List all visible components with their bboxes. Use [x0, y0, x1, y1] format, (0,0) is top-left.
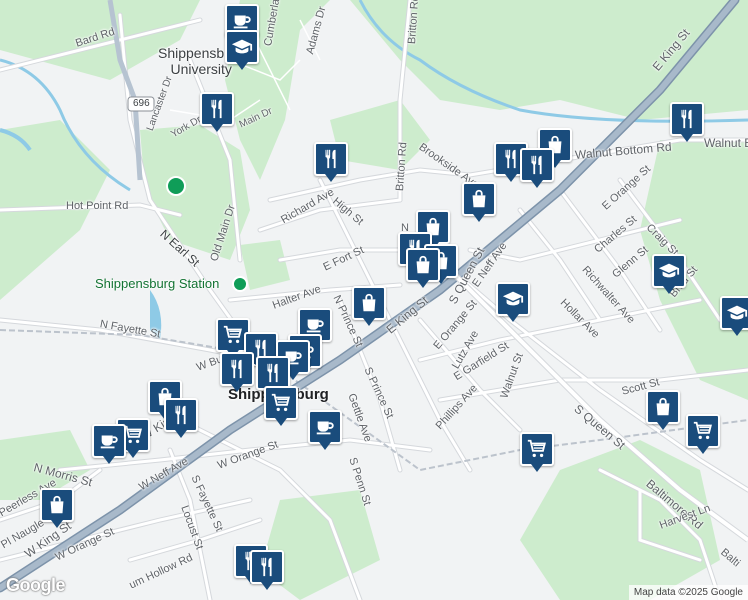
school-icon [720, 296, 748, 330]
pin-tip [261, 582, 273, 590]
shopping-icon [352, 286, 386, 320]
shopping-pin[interactable] [352, 286, 386, 330]
restaurant-icon [220, 352, 254, 386]
restaurant-pin[interactable] [200, 92, 234, 136]
cafe-pin[interactable] [92, 424, 126, 468]
train-station-icon[interactable] [232, 276, 248, 292]
label-shippensburg-station[interactable]: Shippensburg Station [95, 276, 219, 291]
grocery-icon [686, 414, 720, 448]
cafe-icon [308, 410, 342, 444]
pin-tip [325, 174, 337, 182]
pin-tip [681, 134, 693, 142]
pin-tip [531, 464, 543, 472]
pin-tip [127, 450, 139, 458]
pin-tip [231, 384, 243, 392]
pin-tip [363, 318, 375, 326]
school-icon [652, 254, 686, 288]
shopping-icon [646, 390, 680, 424]
grocery-pin[interactable] [264, 386, 298, 430]
shopping-pin[interactable] [406, 248, 440, 292]
school-icon [225, 30, 259, 64]
grocery-pin[interactable] [520, 432, 554, 476]
pin-tip [236, 62, 248, 70]
google-logo: Google [6, 575, 66, 595]
shopping-pin[interactable] [462, 182, 496, 226]
pin-tip [211, 124, 223, 132]
pin-tip [663, 286, 675, 294]
restaurant-icon [250, 550, 284, 584]
restaurant-pin[interactable] [250, 550, 284, 594]
restaurant-pin[interactable] [520, 148, 554, 192]
restaurant-icon [314, 142, 348, 176]
restaurant-icon [164, 398, 198, 432]
pin-tip [531, 180, 543, 188]
shopping-pin[interactable] [646, 390, 680, 434]
pin-tip [657, 422, 669, 430]
grocery-icon [520, 432, 554, 466]
hospital-icon[interactable] [166, 176, 186, 196]
label-walnut-bottom-rd-east: Walnut B [704, 136, 748, 150]
pin-tip [319, 442, 331, 450]
school-pin[interactable] [496, 282, 530, 326]
pin-tip [731, 328, 743, 336]
shopping-icon [406, 248, 440, 282]
pin-tip [507, 314, 519, 322]
pin-tip [175, 430, 187, 438]
pin-tip [417, 280, 429, 288]
grocery-icon [264, 386, 298, 420]
school-pin[interactable] [225, 30, 259, 74]
school-pin[interactable] [720, 296, 748, 340]
pin-tip [505, 174, 517, 182]
pin-tip [473, 214, 485, 222]
restaurant-icon [520, 148, 554, 182]
restaurant-icon [256, 356, 290, 390]
shopping-icon [462, 182, 496, 216]
map-attribution[interactable]: Map data ©2025 Google [628, 585, 748, 600]
pin-tip [275, 418, 287, 426]
shopping-icon [40, 488, 74, 522]
cafe-pin[interactable] [308, 410, 342, 454]
pin-tip [103, 456, 115, 464]
school-icon [496, 282, 530, 316]
label-hot-point-rd: Hot Point Rd [66, 200, 129, 212]
cafe-icon [92, 424, 126, 458]
grocery-pin[interactable] [686, 414, 720, 458]
restaurant-icon [670, 102, 704, 136]
restaurant-pin[interactable] [314, 142, 348, 186]
map-canvas[interactable]: 696 Shippensburg University Shippensburg… [0, 0, 748, 600]
pin-tip [51, 520, 63, 528]
shopping-pin[interactable] [40, 488, 74, 532]
pin-tip [697, 446, 709, 454]
restaurant-pin[interactable] [220, 352, 254, 396]
route-696-label: 696 [133, 98, 150, 109]
school-pin[interactable] [652, 254, 686, 298]
restaurant-icon [200, 92, 234, 126]
restaurant-pin[interactable] [670, 102, 704, 146]
restaurant-pin[interactable] [164, 398, 198, 442]
